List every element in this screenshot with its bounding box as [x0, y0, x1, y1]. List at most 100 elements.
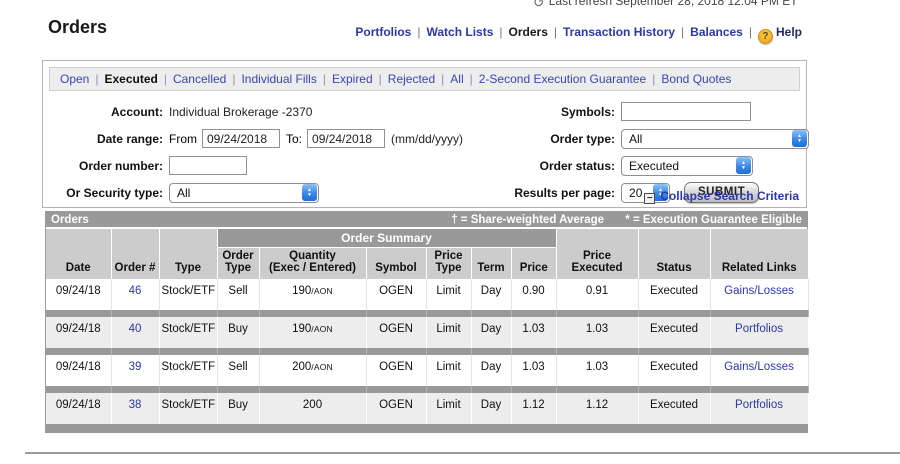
related-link[interactable]: Portfolios: [735, 323, 783, 335]
col-header-date: Date: [46, 229, 111, 279]
page: ↺Last refresh September 28, 2018 12:04 P…: [0, 0, 900, 464]
refresh-icon[interactable]: ↺: [533, 0, 545, 10]
cell-price: 1.12: [511, 393, 556, 424]
cell-term: Day: [471, 355, 511, 386]
tab-all[interactable]: All: [450, 72, 463, 86]
tab-open[interactable]: Open: [60, 72, 89, 86]
cell-quantity: 190/AON: [259, 279, 366, 310]
security-type-select[interactable]: All▲▼: [169, 183, 319, 203]
order-number-link[interactable]: 38: [129, 399, 142, 411]
account-value: Individual Brokerage -2370: [169, 105, 312, 119]
to-label: To:: [286, 132, 302, 146]
security-type-label: Or Security type:: [51, 186, 163, 200]
help-icon[interactable]: ?: [758, 29, 773, 44]
cell-term: Day: [471, 317, 511, 348]
cell-order-number: 38: [111, 393, 159, 424]
cell-quantity: 190/AON: [259, 317, 366, 348]
tab-executed-current: Executed: [104, 72, 157, 86]
cell-order-type: Buy: [217, 317, 259, 348]
cell-date: 09/24/18: [46, 279, 111, 310]
order-type-select[interactable]: All ▲▼: [621, 129, 809, 149]
related-link[interactable]: Gains/Losses: [724, 285, 794, 297]
nav-watch-lists[interactable]: Watch Lists: [426, 25, 493, 39]
tab-cancelled[interactable]: Cancelled: [173, 72, 226, 86]
order-status-tabbar: Open | Executed | Cancelled | Individual Fills…: [49, 67, 800, 91]
nav-help[interactable]: ?Help: [758, 25, 802, 39]
order-status-value: Executed: [629, 159, 679, 173]
order-number-link[interactable]: 46: [129, 285, 142, 297]
tab-separator: |: [95, 72, 98, 86]
order-number-link[interactable]: 40: [129, 323, 142, 335]
cell-symbol: OGEN: [366, 279, 426, 310]
date-range-label: Date range:: [51, 132, 163, 146]
footer-divider: [25, 452, 900, 454]
row-separator: [46, 310, 808, 317]
nav-transaction-history[interactable]: Transaction History: [563, 25, 675, 39]
collapse-search-criteria[interactable]: −Collapse Search Criteria: [644, 189, 799, 204]
date-from-input[interactable]: [202, 129, 280, 148]
orders-legend: † = Share-weighted Average * = Execution…: [433, 214, 802, 226]
cell-date: 09/24/18: [46, 355, 111, 386]
cell-quantity: 200: [259, 393, 366, 424]
symbols-input[interactable]: [621, 102, 751, 121]
tab-separator: |: [164, 72, 167, 86]
cell-price-executed: 1.03: [556, 317, 638, 348]
order-number-link[interactable]: 39: [129, 361, 142, 373]
orders-table: Date Order # Type Order Summary PriceExe…: [46, 229, 809, 432]
cell-status: Executed: [638, 279, 710, 310]
tab-expired[interactable]: Expired: [332, 72, 373, 86]
cell-order-type: Sell: [217, 279, 259, 310]
nav-separator: |: [554, 25, 557, 39]
tab-bond-quotes[interactable]: Bond Quotes: [661, 72, 731, 86]
tab-separator: |: [652, 72, 655, 86]
order-number-input[interactable]: [169, 156, 247, 175]
order-number-label: Order number:: [51, 159, 163, 173]
order-row: 09/24/18 39 Stock/ETF Sell 200/AON OGEN …: [46, 355, 808, 386]
order-row: 09/24/18 40 Stock/ETF Buy 190/AON OGEN L…: [46, 317, 808, 348]
cell-related-links: Gains/Losses: [710, 279, 808, 310]
stepper-icon: ▲▼: [736, 157, 751, 174]
cell-type: Stock/ETF: [159, 393, 217, 424]
nav-separator: |: [749, 25, 752, 39]
nav-portfolios[interactable]: Portfolios: [355, 25, 411, 39]
nav-balances[interactable]: Balances: [690, 25, 743, 39]
order-summary-group-header: Order Summary: [217, 229, 556, 248]
col-header-type: Type: [159, 229, 217, 279]
col-header-related-links: Related Links: [710, 229, 808, 279]
col-header-status: Status: [638, 229, 710, 279]
stepper-icon: ▲▼: [792, 130, 807, 147]
tab-2-second-execution-guarantee[interactable]: 2-Second Execution Guarantee: [479, 72, 646, 86]
col-header-symbol: Symbol: [366, 248, 426, 280]
cell-term: Day: [471, 279, 511, 310]
related-link[interactable]: Gains/Losses: [724, 361, 794, 373]
cell-status: Executed: [638, 355, 710, 386]
cell-order-number: 46: [111, 279, 159, 310]
cell-price-executed: 1.03: [556, 355, 638, 386]
from-label: From: [169, 132, 197, 146]
account-label: Account:: [51, 105, 163, 119]
cell-symbol: OGEN: [366, 355, 426, 386]
legend-execution-guarantee: * = Execution Guarantee Eligible: [625, 214, 802, 226]
order-status-select[interactable]: Executed ▲▼: [621, 156, 753, 176]
order-type-value: All: [629, 132, 642, 146]
cell-price: 1.03: [511, 317, 556, 348]
related-link[interactable]: Portfolios: [735, 399, 783, 411]
cell-order-number: 40: [111, 317, 159, 348]
collapse-search-criteria-link[interactable]: Collapse Search Criteria: [660, 189, 799, 203]
cell-price: 0.90: [511, 279, 556, 310]
cell-related-links: Portfolios: [710, 317, 808, 348]
row-separator: [46, 386, 808, 393]
cell-price-type: Limit: [426, 393, 471, 424]
tab-rejected[interactable]: Rejected: [388, 72, 435, 86]
tab-individual-fills[interactable]: Individual Fills: [241, 72, 316, 86]
search-criteria-panel: Open | Executed | Cancelled | Individual Fills…: [42, 60, 807, 208]
date-to-input[interactable]: [307, 129, 385, 148]
stepper-icon: ▲▼: [302, 184, 317, 201]
last-refresh[interactable]: ↺Last refresh September 28, 2018 12:04 P…: [533, 0, 798, 11]
cell-symbol: OGEN: [366, 393, 426, 424]
cell-price-executed: 1.12: [556, 393, 638, 424]
order-type-label: Order type:: [497, 132, 615, 146]
cell-price-type: Limit: [426, 279, 471, 310]
collapse-minus-icon[interactable]: −: [644, 193, 655, 204]
cell-term: Day: [471, 393, 511, 424]
